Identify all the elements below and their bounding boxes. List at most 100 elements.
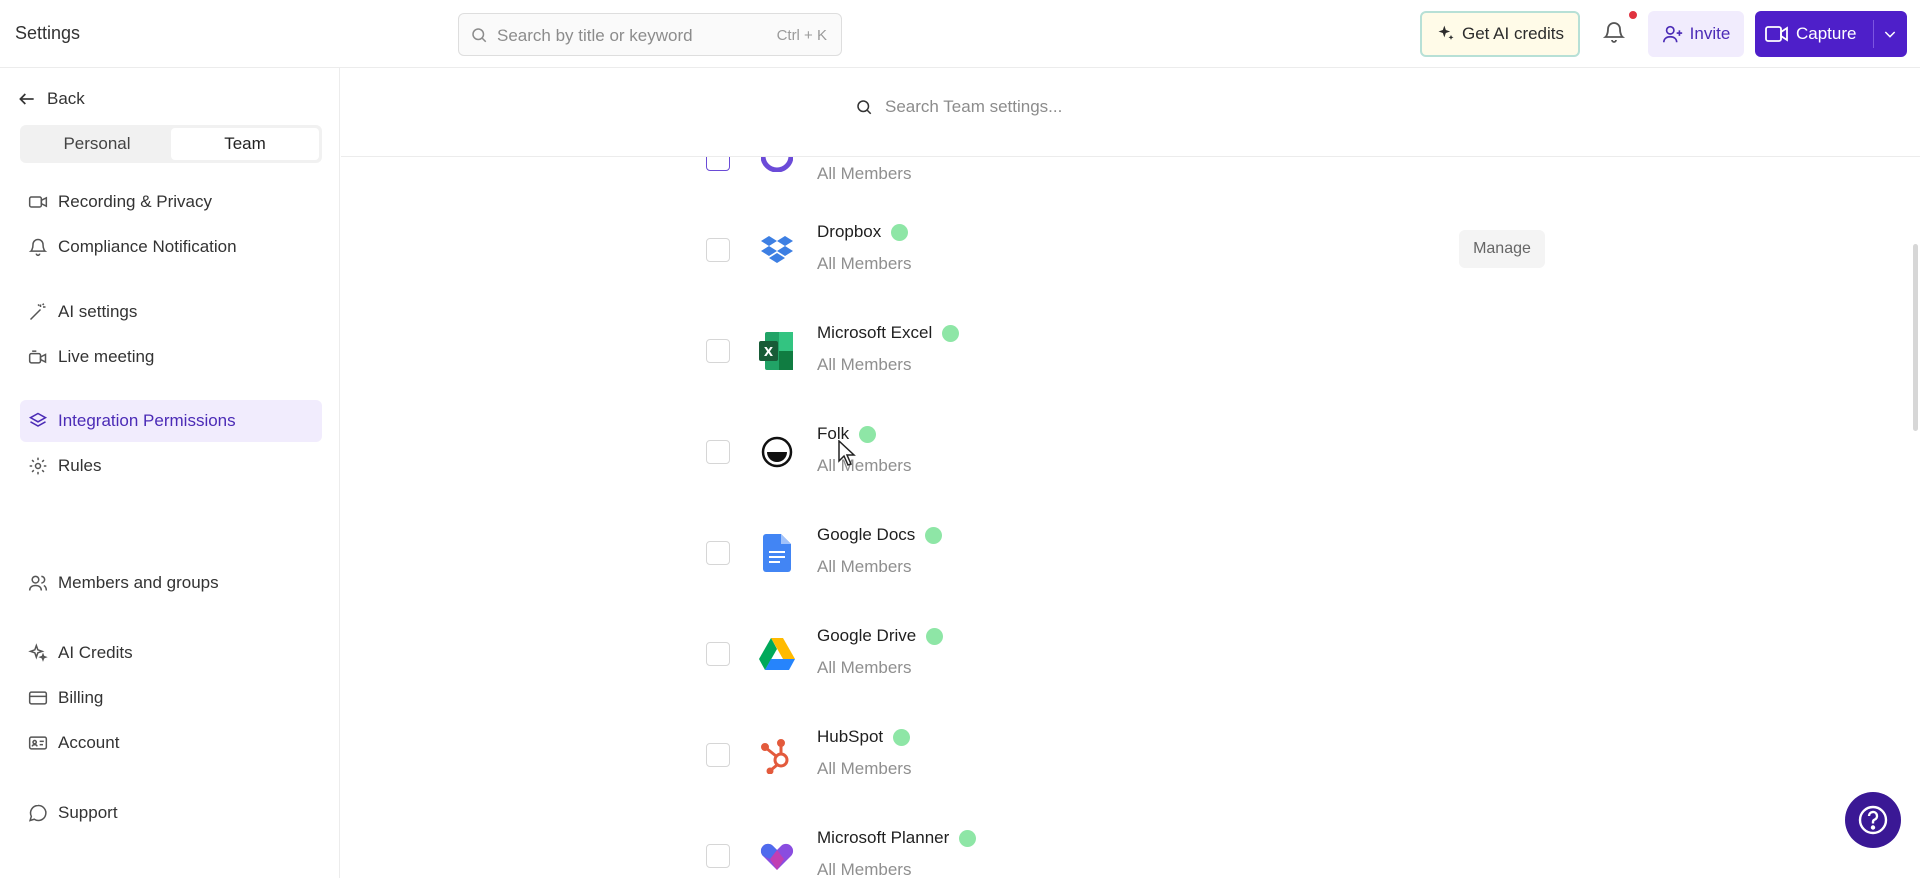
integration-access: All Members (817, 759, 912, 778)
sidebar-item-label: Members and groups (58, 573, 219, 592)
row-checkbox[interactable] (706, 642, 730, 666)
mouse-pointer-icon (838, 440, 856, 466)
integration-name-text: HubSpot (817, 727, 884, 746)
sidebar-item-integration-permissions[interactable]: Integration Permissions (20, 400, 322, 442)
sparkle-icon (1438, 25, 1454, 40)
help-button[interactable] (1845, 792, 1901, 848)
integration-name: Google Docs (817, 525, 943, 545)
integration-row-microsoft-excel: X Microsoft Excel All Members (341, 300, 1920, 400)
chat-icon (28, 804, 47, 822)
bell-icon (28, 238, 48, 257)
arrow-left-icon (19, 93, 34, 105)
integration-row-dropbox: Dropbox All Members Manage (341, 199, 1920, 299)
row-checkbox[interactable] (706, 844, 730, 868)
sidebar-item-label: Account (58, 733, 120, 752)
row-checkbox[interactable] (706, 541, 730, 565)
search-shortcut: Ctrl + K (776, 27, 827, 44)
search-icon (857, 100, 872, 115)
integration-row-microsoft-planner: Microsoft Planner All Members (341, 805, 1920, 878)
layers-icon (28, 412, 48, 427)
integration-access: All Members (817, 456, 912, 475)
gear-icon (29, 457, 47, 475)
sidebar-item-live-meeting[interactable]: Live meeting (20, 336, 322, 378)
scrollbar[interactable] (1913, 244, 1918, 431)
sidebar-item-billing[interactable]: Billing (20, 677, 322, 719)
sidebar-item-label: Compliance Notification (58, 237, 237, 256)
chevron-down-icon[interactable] (1882, 26, 1898, 42)
status-dot (859, 425, 877, 443)
integration-name-text: Google Drive (817, 626, 917, 645)
notification-badge (1627, 9, 1639, 21)
integration-name-text: Google Docs (817, 525, 916, 544)
capture-button[interactable]: Capture (1755, 11, 1907, 57)
status-dot (959, 829, 977, 847)
integration-name: HubSpot (817, 727, 911, 747)
sidebar-item-account[interactable]: Account (20, 722, 322, 764)
main-content: Search Team settings... All Members Drop… (341, 69, 1920, 878)
status-dot (925, 526, 943, 544)
integration-access: All Members (817, 557, 912, 576)
team-search-placeholder: Search Team settings... (885, 97, 1063, 116)
live-video-icon (28, 350, 47, 364)
sidebar-item-label: AI Credits (58, 643, 133, 662)
sidebar-item-label: Live meeting (58, 347, 155, 366)
hubspot-icon (756, 734, 798, 776)
search-placeholder: Search by title or keyword (497, 26, 693, 45)
sidebar-item-ai-credits[interactable]: AI Credits (20, 632, 322, 674)
integration-name: Dropbox (817, 222, 909, 242)
integration-access: All Members (817, 355, 912, 374)
search-icon (472, 28, 487, 43)
sidebar-item-label: Rules (58, 456, 102, 475)
sidebar-item-support[interactable]: Support (20, 792, 322, 834)
row-checkbox[interactable] (706, 339, 730, 363)
sidebar-item-compliance-notification[interactable]: Compliance Notification (20, 226, 322, 268)
integration-row-hubspot: HubSpot All Members (341, 704, 1920, 804)
dropbox-icon (756, 229, 798, 271)
back-label: Back (47, 89, 85, 108)
folk-icon (756, 431, 798, 473)
row-checkbox[interactable] (706, 743, 730, 767)
tab-personal[interactable]: Personal (23, 128, 171, 160)
sidebar-item-recording-privacy[interactable]: Recording & Privacy (20, 181, 322, 223)
users-icon (28, 575, 48, 591)
question-mark-icon (1858, 805, 1888, 835)
scope-toggle: Personal Team (20, 125, 322, 163)
sidebar-item-rules[interactable]: Rules (20, 445, 322, 487)
capture-label: Capture (1796, 24, 1857, 43)
sidebar-item-label: Recording & Privacy (58, 192, 213, 211)
status-dot (942, 324, 960, 342)
invite-button[interactable]: Invite (1648, 11, 1744, 57)
integration-name-text: Microsoft Excel (817, 323, 933, 342)
integration-row: All Members (341, 157, 1920, 193)
row-checkbox[interactable] (706, 157, 730, 171)
row-checkbox[interactable] (706, 238, 730, 262)
integration-name-text: Dropbox (817, 222, 882, 241)
status-dot (926, 627, 944, 645)
sidebar-item-label: Integration Permissions (58, 411, 236, 430)
microsoft-planner-icon (756, 835, 798, 877)
status-dot (891, 223, 909, 241)
tab-team[interactable]: Team (171, 128, 319, 160)
integration-name-text: Microsoft Planner (817, 828, 950, 847)
back-button[interactable]: Back (17, 89, 85, 109)
google-docs-icon (756, 532, 798, 574)
integration-name: Microsoft Planner (817, 828, 977, 848)
credits-label: Get AI credits (1461, 24, 1565, 43)
manage-button[interactable]: Manage (1459, 230, 1545, 268)
integration-row-google-docs: Google Docs All Members (341, 502, 1920, 602)
integration-row-folk: Folk All Members (341, 401, 1920, 501)
notification-bell-icon[interactable] (1602, 19, 1626, 45)
get-ai-credits-button[interactable]: Get AI credits (1420, 11, 1580, 57)
status-dot (893, 728, 911, 746)
video-camera-icon (1765, 26, 1788, 42)
row-checkbox[interactable] (706, 440, 730, 464)
sidebar-item-members-groups[interactable]: Members and groups (20, 562, 322, 604)
sidebar-item-ai-settings[interactable]: AI settings (20, 291, 322, 333)
sidebar-item-label: Support (58, 803, 118, 822)
invite-label: Invite (1689, 24, 1731, 43)
app-title: Settings (15, 23, 81, 43)
sidebar-item-label: AI settings (58, 302, 138, 321)
team-settings-search-input[interactable]: Search Team settings... (845, 83, 1425, 131)
id-card-icon (28, 736, 48, 750)
global-search-input[interactable]: Search by title or keyword Ctrl + K (458, 13, 842, 56)
